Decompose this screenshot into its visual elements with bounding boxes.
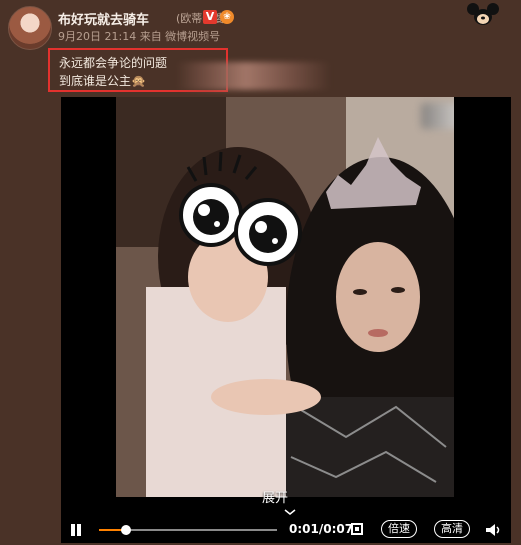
video-frame[interactable] <box>116 97 454 497</box>
speed-button[interactable]: 倍速 <box>381 520 417 538</box>
blurred-text-region <box>176 62 331 90</box>
pause-icon[interactable] <box>69 523 83 537</box>
verified-badge-icon: V <box>203 10 217 24</box>
fullscreen-icon[interactable] <box>351 523 363 535</box>
video-player[interactable]: 展开 0:01/0:07 倍速 高清 <box>61 97 511 543</box>
post-text-line-2: 到底谁是公主🙊 <box>59 74 146 88</box>
video-controls: 0:01/0:07 倍速 高清 <box>61 515 511 543</box>
time-display: 0:01/0:07 <box>289 522 354 536</box>
post-text-line-1: 永远都会争论的问题 <box>59 56 168 70</box>
time-total: 0:07 <box>323 522 354 536</box>
mickey-mouse-icon <box>467 3 499 25</box>
blurred-watermark <box>421 103 454 129</box>
progress-bar[interactable] <box>99 525 277 535</box>
video-frame-illustration <box>116 97 454 497</box>
time-current: 0:01 <box>289 522 319 536</box>
avatar[interactable] <box>8 6 52 50</box>
expand-button[interactable]: 展开 <box>262 487 288 506</box>
volume-icon[interactable] <box>485 523 503 537</box>
post-meta: 9月20日 21:14 来自 微博视频号 <box>58 30 221 43</box>
level-badge-icon: ❀ <box>220 10 234 24</box>
username[interactable]: 布好玩就去骑车 <box>58 9 149 28</box>
progress-thumb[interactable] <box>120 525 131 535</box>
quality-button[interactable]: 高清 <box>434 520 470 538</box>
